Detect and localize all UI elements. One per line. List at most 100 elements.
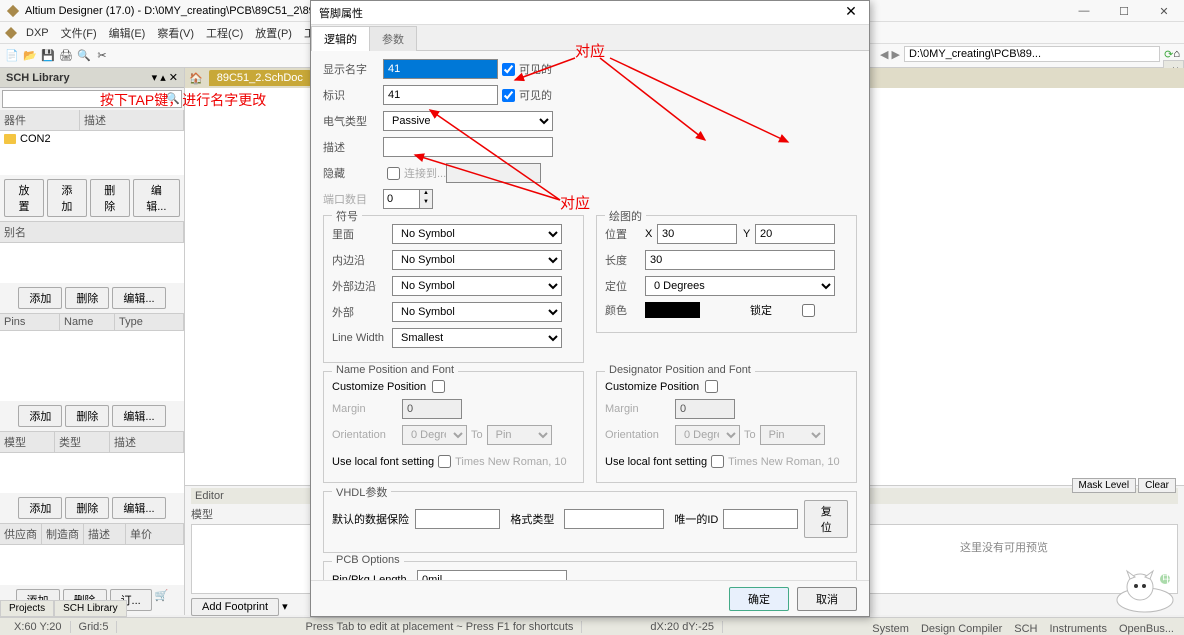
model-delete-button[interactable]: 删除 (65, 497, 109, 519)
menu-project[interactable]: 工程(C) (200, 23, 249, 43)
col-desc2[interactable]: 描述 (110, 432, 184, 452)
pins-add-button[interactable]: 添加 (18, 405, 62, 427)
pos-x-input[interactable] (657, 224, 737, 244)
outside-edge-select[interactable]: No Symbol (392, 276, 562, 296)
alias-add-button[interactable]: 添加 (18, 287, 62, 309)
col-type[interactable]: Type (115, 314, 184, 330)
list-item[interactable]: CON2 (0, 131, 184, 147)
status-system[interactable]: System (868, 623, 913, 635)
inside-select[interactable]: No Symbol (392, 224, 562, 244)
cut-icon[interactable]: ✂ (94, 48, 110, 64)
menu-file[interactable]: 文件(F) (55, 23, 103, 43)
elec-type-select[interactable]: Passive (383, 111, 553, 131)
length-input[interactable] (645, 250, 835, 270)
pins-edit-button[interactable]: 编辑... (112, 405, 165, 427)
orient-select[interactable]: 0 Degrees (645, 276, 835, 296)
portnum-spinner[interactable]: ▲▼ (383, 189, 433, 209)
minimize-button[interactable]: — (1064, 0, 1104, 22)
color-swatch[interactable] (645, 302, 700, 318)
col-mfr[interactable]: 制造商 (42, 524, 84, 544)
status-instruments[interactable]: Instruments (1045, 623, 1110, 635)
tab-schlib-bottom[interactable]: SCH Library (54, 600, 126, 617)
col-pins[interactable]: Pins (0, 314, 60, 330)
save-icon[interactable]: 💾 (40, 48, 56, 64)
col-supplier[interactable]: 供应商 (0, 524, 42, 544)
status-coord: X:60 Y:20 (6, 621, 71, 633)
hide-check[interactable] (387, 167, 400, 180)
dialog-close-button[interactable]: ✕ (841, 3, 861, 23)
ok-button[interactable]: 确定 (729, 587, 789, 611)
add-footprint-button[interactable]: Add Footprint (191, 598, 279, 616)
pos-y-input[interactable] (755, 224, 835, 244)
pinpkg-input[interactable] (417, 570, 567, 580)
spin-down-icon[interactable]: ▼ (419, 199, 432, 208)
menu-view[interactable]: 察看(V) (151, 23, 200, 43)
desc-input[interactable] (383, 137, 553, 157)
alias-edit-button[interactable]: 编辑... (112, 287, 165, 309)
add-button[interactable]: 添加 (47, 179, 87, 217)
refresh-icon[interactable]: ⟳ (1164, 48, 1173, 61)
mask-level-button[interactable]: Mask Level (1072, 478, 1137, 493)
format-type-input[interactable] (564, 509, 664, 529)
col-desc[interactable]: 描述 (80, 110, 184, 130)
model-edit-button[interactable]: 编辑... (112, 497, 165, 519)
name-visible-check[interactable] (502, 63, 515, 76)
menu-place[interactable]: 放置(P) (249, 23, 298, 43)
display-name-input[interactable] (383, 59, 498, 79)
hide-connect-input (446, 163, 541, 183)
des-localfont-check[interactable] (711, 455, 724, 468)
status-sch[interactable]: SCH (1010, 623, 1041, 635)
col-desc3[interactable]: 描述 (84, 524, 126, 544)
supplier-list (0, 545, 184, 585)
portnum-value[interactable] (384, 190, 419, 208)
doc-tab-1[interactable]: 89C51_2.SchDoc (209, 70, 311, 86)
des-custom-check[interactable] (705, 380, 718, 393)
col-alias[interactable]: 别名 (0, 222, 184, 242)
maximize-button[interactable]: ☐ (1104, 0, 1144, 22)
tab-logical[interactable]: 逻辑的 (311, 26, 370, 51)
cart-icon[interactable]: 🛒 (155, 589, 169, 611)
col-type2[interactable]: 类型 (55, 432, 110, 452)
open-icon[interactable]: 📂 (22, 48, 38, 64)
col-model[interactable]: 模型 (0, 432, 55, 452)
model-add-button[interactable]: 添加 (18, 497, 62, 519)
new-icon[interactable]: 📄 (4, 48, 20, 64)
pins-delete-button[interactable]: 删除 (65, 405, 109, 427)
clear-button[interactable]: Clear (1138, 478, 1176, 493)
outside-select[interactable]: No Symbol (392, 302, 562, 322)
des-visible-check[interactable] (502, 89, 515, 102)
col-price[interactable]: 单价 (126, 524, 184, 544)
tab-projects[interactable]: Projects (0, 600, 54, 617)
home-icon[interactable]: ⌂ (1173, 48, 1180, 60)
reset-button[interactable]: 复位 (804, 500, 848, 538)
linewidth-select[interactable]: Smallest (392, 328, 562, 348)
path-input[interactable]: D:\0MY_creating\PCB\89... (904, 46, 1160, 62)
home-tab-icon[interactable]: 🏠 (189, 72, 203, 85)
lock-check[interactable] (802, 304, 815, 317)
close-button[interactable]: ✕ (1144, 0, 1184, 22)
zoom-icon[interactable]: 🔍 (76, 48, 92, 64)
panel-pin-icon[interactable]: ▾ ▴ ✕ (152, 71, 178, 84)
menu-dxp[interactable]: DXP (20, 25, 55, 41)
dxp-icon (4, 26, 18, 40)
col-name[interactable]: Name (60, 314, 115, 330)
dropdown-icon[interactable]: ▾ (282, 601, 288, 613)
cancel-button[interactable]: 取消 (797, 587, 857, 611)
inside-edge-select[interactable]: No Symbol (392, 250, 562, 270)
delete-button[interactable]: 删除 (90, 179, 130, 217)
col-component[interactable]: 器件 (0, 110, 80, 130)
default-data-input[interactable] (415, 509, 500, 529)
status-design-compiler[interactable]: Design Compiler (917, 623, 1006, 635)
alias-delete-button[interactable]: 删除 (65, 287, 109, 309)
edit-button[interactable]: 编辑... (133, 179, 180, 217)
status-openbus[interactable]: OpenBus... (1115, 623, 1178, 635)
spin-up-icon[interactable]: ▲ (419, 190, 432, 199)
unique-id-input[interactable] (723, 509, 798, 529)
menu-edit[interactable]: 编辑(E) (103, 23, 152, 43)
name-localfont-check[interactable] (438, 455, 451, 468)
designator-input[interactable] (383, 85, 498, 105)
name-custom-check[interactable] (432, 380, 445, 393)
place-button[interactable]: 放置 (4, 179, 44, 217)
print-icon[interactable]: 🖨 (58, 48, 74, 64)
tab-params[interactable]: 参数 (369, 26, 417, 51)
